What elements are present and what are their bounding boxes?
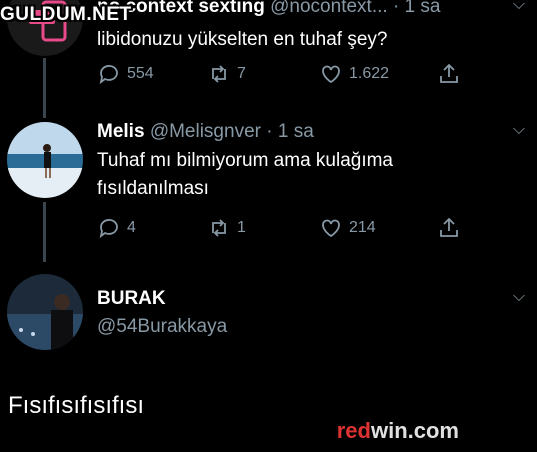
tweet-header: Melis @Melisgnver · 1 sa	[97, 121, 314, 143]
tweet-header: no context sexting @nocontext... · 1 sa	[97, 0, 440, 18]
chevron-down-icon[interactable]: ⌵	[513, 121, 525, 139]
retweet-icon	[212, 65, 226, 83]
retweet-count: 7	[237, 65, 246, 82]
tweet-text: Tuhaf mı bilmiyorum ama kulağıma fısılda…	[97, 150, 394, 199]
reply-count: 554	[127, 65, 154, 82]
watermark-part-rest: win.com	[370, 418, 459, 443]
tweet-actions: 4 1 214	[97, 216, 477, 240]
avatar-photo	[7, 274, 83, 350]
user-handle[interactable]: @nocontext...	[270, 0, 388, 17]
like-button[interactable]: 214	[319, 216, 437, 240]
display-name[interactable]: Melis	[97, 121, 145, 142]
share-button[interactable]	[437, 62, 461, 86]
reply-button[interactable]: 554	[97, 62, 207, 86]
watermark-bottom: redwin.com	[337, 418, 459, 444]
retweet-button[interactable]: 7	[207, 62, 319, 86]
tweet-actions: 554 7 1.622	[97, 62, 477, 86]
timestamp[interactable]: · 1 sa	[393, 0, 441, 17]
display-name[interactable]: BURAK	[97, 288, 166, 309]
share-button[interactable]	[437, 216, 461, 240]
tweet-3[interactable]: BURAK ⌵ @54Burakkaya	[0, 260, 537, 380]
reply-count: 4	[127, 219, 136, 236]
thread-line	[43, 202, 46, 262]
share-icon	[440, 63, 458, 83]
reply-text: Fısıfısıfısıfısı	[8, 392, 145, 419]
retweet-button[interactable]: 1	[207, 216, 319, 240]
avatar-photo	[7, 122, 83, 198]
like-button[interactable]: 1.622	[319, 62, 437, 86]
retweet-icon	[212, 219, 226, 237]
timestamp[interactable]: · 1 sa	[266, 121, 314, 142]
like-count: 1.622	[349, 65, 390, 82]
tweet-text: libidonuzu yükselten en tuhaf şey?	[97, 29, 388, 50]
reply-button[interactable]: 4	[97, 216, 207, 240]
avatar[interactable]	[7, 122, 83, 198]
user-handle[interactable]: @54Burakkaya	[97, 316, 227, 337]
thread-line	[43, 58, 46, 118]
tweet-subheader: @54Burakkaya	[97, 316, 227, 338]
watermark-top: GULDUM.NET	[0, 4, 132, 25]
chevron-down-icon[interactable]: ⌵	[513, 0, 525, 14]
reply-icon	[99, 219, 118, 239]
avatar[interactable]	[7, 274, 83, 350]
user-handle[interactable]: @Melisgnver	[150, 121, 261, 142]
reply-icon	[99, 65, 118, 85]
chevron-down-icon[interactable]: ⌵	[513, 288, 525, 306]
retweet-count: 1	[237, 219, 246, 236]
watermark-part-red: red	[336, 418, 371, 443]
heart-icon	[322, 65, 340, 84]
tweet-2[interactable]: Melis @Melisgnver · 1 sa ⌵ Tuhaf mı bilm…	[0, 110, 537, 262]
like-count: 214	[349, 219, 376, 236]
heart-icon	[322, 219, 340, 238]
share-icon	[440, 217, 458, 237]
tweet-header: BURAK	[97, 288, 166, 310]
